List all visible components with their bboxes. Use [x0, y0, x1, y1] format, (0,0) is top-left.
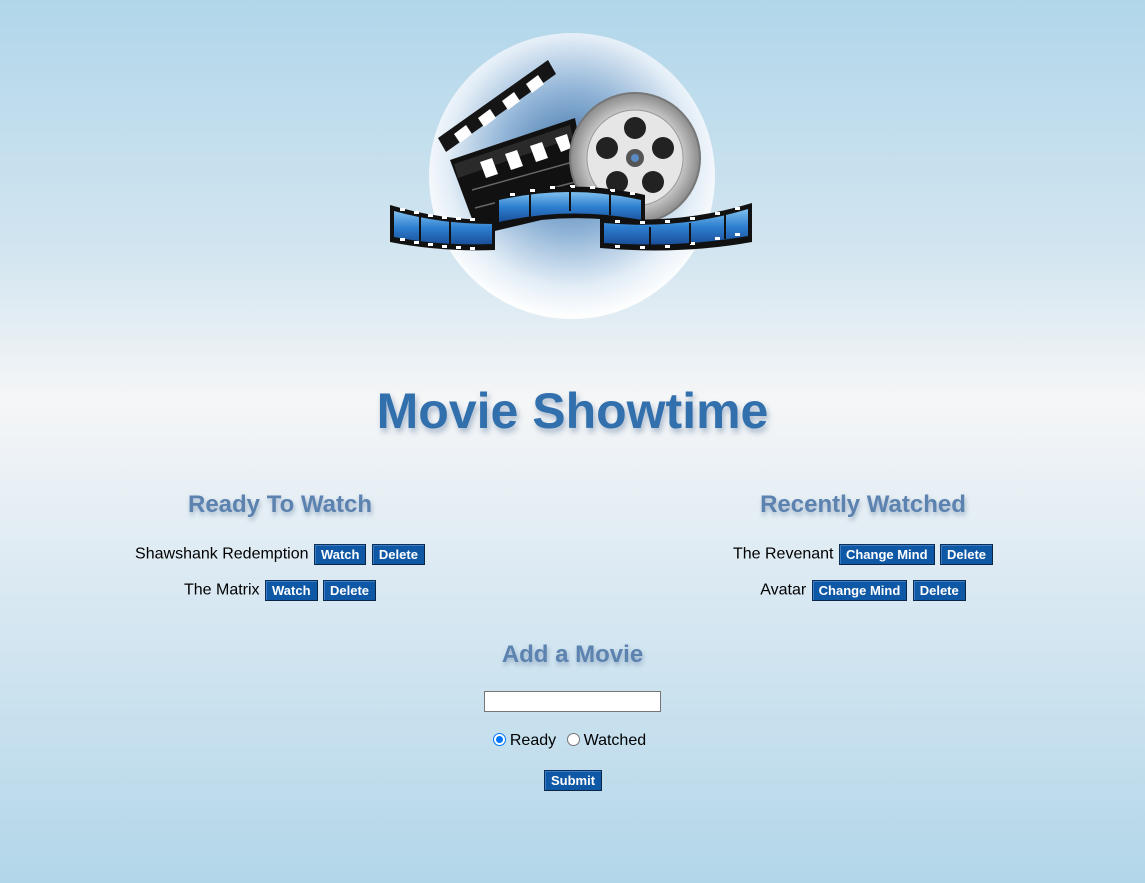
list-item: Shawshank Redemption Watch Delete — [60, 544, 500, 565]
change-mind-button[interactable]: Change Mind — [838, 544, 935, 565]
submit-button[interactable]: Submit — [543, 770, 603, 791]
movie-title: The Revenant — [732, 545, 834, 563]
delete-button[interactable]: Delete — [322, 580, 377, 601]
watched-radio-label[interactable]: Watched — [584, 732, 647, 749]
movie-logo-icon — [390, 33, 752, 319]
ready-radio[interactable] — [492, 732, 506, 746]
movie-logo — [380, 30, 765, 325]
delete-button[interactable]: Delete — [940, 544, 994, 565]
add-movie-heading: Add a Movie — [501, 641, 644, 668]
delete-button[interactable]: Delete — [371, 544, 425, 565]
movie-title: The Matrix — [183, 581, 260, 599]
movie-title: Shawshank Redemption — [135, 545, 309, 563]
change-mind-button[interactable]: Change Mind — [811, 580, 908, 601]
watch-button[interactable]: Watch — [313, 544, 367, 565]
movie-title-input[interactable] — [484, 691, 661, 712]
watch-button[interactable]: Watch — [265, 580, 318, 601]
status-radio-group: Ready Watched — [0, 732, 1145, 750]
page-title: Movie Showtime — [376, 383, 769, 439]
recently-watched-section: Recently Watched The Revenant Change Min… — [643, 491, 1083, 601]
delete-button[interactable]: Delete — [912, 580, 966, 601]
ready-to-watch-heading: Ready To Watch — [187, 491, 373, 518]
recently-watched-heading: Recently Watched — [760, 491, 966, 518]
ready-to-watch-section: Ready To Watch Shawshank Redemption Watc… — [60, 491, 500, 601]
ready-radio-label[interactable]: Ready — [510, 732, 556, 749]
add-movie-form: Add a Movie Ready Watched Submit — [0, 641, 1145, 791]
list-item: Avatar Change Mind Delete — [643, 580, 1083, 601]
movie-title: Avatar — [760, 581, 807, 599]
list-item: The Matrix Watch Delete — [60, 580, 500, 601]
watched-radio[interactable] — [566, 732, 580, 746]
list-item: The Revenant Change Mind Delete — [643, 544, 1083, 565]
